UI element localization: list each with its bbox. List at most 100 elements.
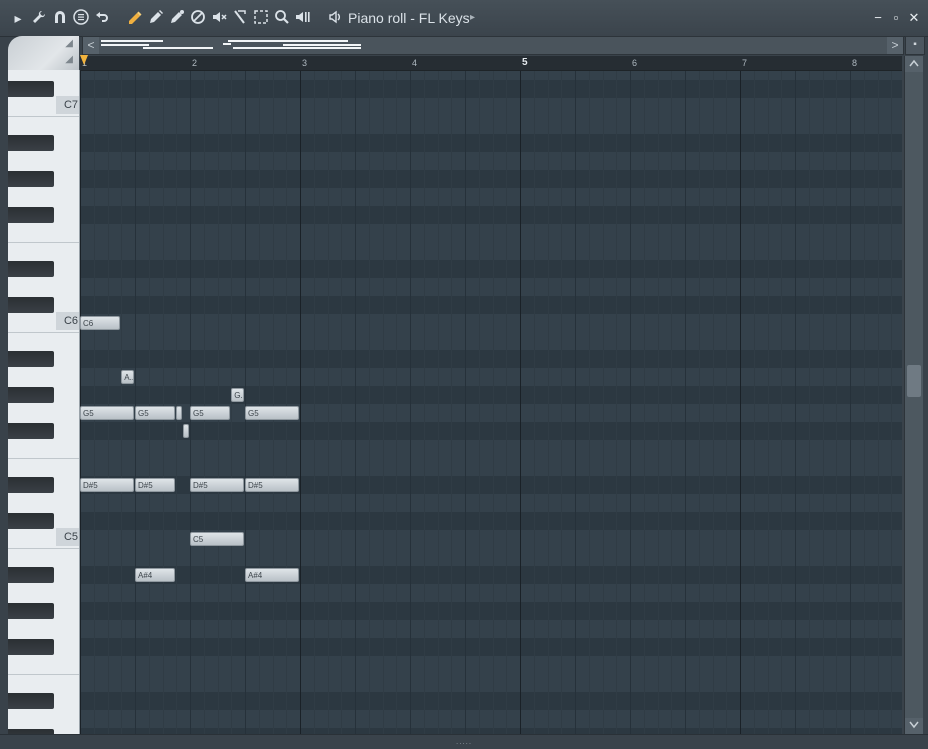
black-key[interactable]	[8, 423, 54, 439]
grid-line	[795, 71, 796, 734]
white-key-divider	[8, 674, 79, 675]
grid-line	[410, 71, 411, 734]
grid-line	[313, 71, 315, 734]
note-ds5[interactable]: D#5	[190, 478, 244, 492]
grid-line	[368, 71, 370, 734]
grid-line	[630, 71, 631, 734]
white-key-divider	[8, 332, 79, 333]
octave-label-c5: C5	[56, 528, 79, 546]
black-key[interactable]	[8, 513, 54, 529]
slice-icon[interactable]	[231, 9, 249, 27]
grid-line	[657, 71, 659, 734]
note-as4[interactable]: A#4	[135, 568, 176, 582]
note-gs5[interactable]: G..	[231, 388, 244, 402]
black-key[interactable]	[8, 567, 54, 583]
corner-arrow-icon: ◢	[65, 54, 73, 65]
grid-line	[423, 71, 425, 734]
black-key[interactable]	[8, 603, 54, 619]
grid-line	[341, 71, 343, 734]
note-c5[interactable]: C5	[190, 532, 244, 546]
overview-left-button[interactable]: <	[83, 37, 99, 54]
paint-brush-icon[interactable]	[147, 9, 165, 27]
note-a5[interactable]: A..	[121, 370, 134, 384]
grid-line	[190, 71, 191, 734]
black-key[interactable]	[8, 477, 54, 493]
grid-line	[217, 71, 219, 734]
ruler-bar-label: 3	[302, 58, 308, 68]
note-c6[interactable]: C6	[80, 316, 121, 330]
note-g5[interactable]: G5	[135, 406, 176, 420]
mute-icon[interactable]	[210, 9, 228, 27]
menu-arrow-icon[interactable]: ▸	[9, 9, 27, 27]
scroll-up-button[interactable]	[905, 56, 923, 72]
playhead-marker[interactable]	[80, 55, 88, 65]
undo-icon[interactable]	[93, 9, 111, 27]
speaker-icon[interactable]	[326, 9, 344, 27]
white-key-divider	[8, 242, 79, 243]
delete-icon[interactable]	[189, 9, 207, 27]
note-ds5[interactable]: D#5	[80, 478, 134, 492]
black-key[interactable]	[8, 261, 54, 277]
note-grid[interactable]: C6 A.. G.. G5 G5 G5 G5 D#5 D#5 D#5 D#5 C5 A#4 A#4	[80, 71, 902, 734]
keyboard-corner[interactable]: ◢ ◢	[8, 36, 79, 74]
black-key[interactable]	[8, 171, 54, 187]
grid-line	[80, 71, 81, 734]
vertical-scrollbar[interactable]	[904, 56, 923, 734]
zoom-icon[interactable]	[273, 9, 291, 27]
black-key[interactable]	[8, 81, 54, 97]
toolbar: ▸ Piano roll - FL Keys ▸ − ▫ ✕	[0, 0, 928, 37]
note-g5[interactable]: G5	[80, 406, 134, 420]
note-g5[interactable]	[176, 406, 183, 420]
note-ds5[interactable]: D#5	[135, 478, 176, 492]
grid-line	[547, 71, 549, 734]
select-icon[interactable]	[252, 9, 270, 27]
grid-line	[506, 71, 508, 734]
overview-note-line	[233, 47, 361, 49]
black-key[interactable]	[8, 387, 54, 403]
note-as4[interactable]: A#4	[245, 568, 299, 582]
wrench-icon[interactable]	[30, 9, 48, 27]
grid-line	[245, 71, 246, 734]
black-key[interactable]	[8, 693, 54, 709]
grid-line	[107, 71, 109, 734]
ruler-bar-label: 7	[742, 58, 748, 68]
title-menu-arrow-icon[interactable]: ▸	[470, 9, 475, 27]
maximize-button[interactable]: ▫	[888, 9, 904, 27]
grid-line	[575, 71, 576, 734]
grid-line	[685, 71, 686, 734]
note-fs5[interactable]	[183, 424, 189, 438]
grid-line	[753, 71, 755, 734]
grid-line	[93, 71, 95, 734]
black-key[interactable]	[8, 351, 54, 367]
paint-brush-alt-icon[interactable]	[168, 9, 186, 27]
note-ds5[interactable]: D#5	[245, 478, 299, 492]
piano-keyboard[interactable]: C7 C6 C5	[8, 70, 80, 734]
scroll-down-button[interactable]	[905, 718, 923, 734]
grid-line	[836, 71, 838, 734]
note-g5[interactable]: G5	[190, 406, 231, 420]
timeline-ruler[interactable]: 12345678	[80, 56, 902, 71]
close-button[interactable]: ✕	[906, 9, 922, 27]
black-key[interactable]	[8, 207, 54, 223]
overview-side-tab[interactable]: ▪	[905, 36, 925, 55]
scroll-thumb[interactable]	[907, 365, 921, 397]
ruler-bar-label: 6	[632, 58, 638, 68]
window-title: Piano roll - FL Keys	[348, 10, 470, 26]
resize-bar[interactable]: .....	[0, 734, 928, 749]
grid-line	[203, 71, 205, 734]
black-key[interactable]	[8, 639, 54, 655]
grid-line	[231, 71, 233, 734]
playback-icon[interactable]	[294, 9, 312, 27]
grid-line	[616, 71, 618, 734]
note-g5[interactable]: G5	[245, 406, 299, 420]
resize-grip[interactable]: .....	[456, 737, 472, 746]
minimize-button[interactable]: −	[870, 9, 886, 27]
pattern-overview-scrollbar[interactable]: < >	[82, 36, 904, 55]
overview-right-button[interactable]: >	[887, 37, 903, 54]
black-key[interactable]	[8, 135, 54, 151]
black-key[interactable]	[8, 297, 54, 313]
magnet-icon[interactable]	[51, 9, 69, 27]
ruler-bar-label: 2	[192, 58, 198, 68]
list-icon[interactable]	[72, 9, 90, 27]
pencil-icon[interactable]	[126, 9, 144, 27]
